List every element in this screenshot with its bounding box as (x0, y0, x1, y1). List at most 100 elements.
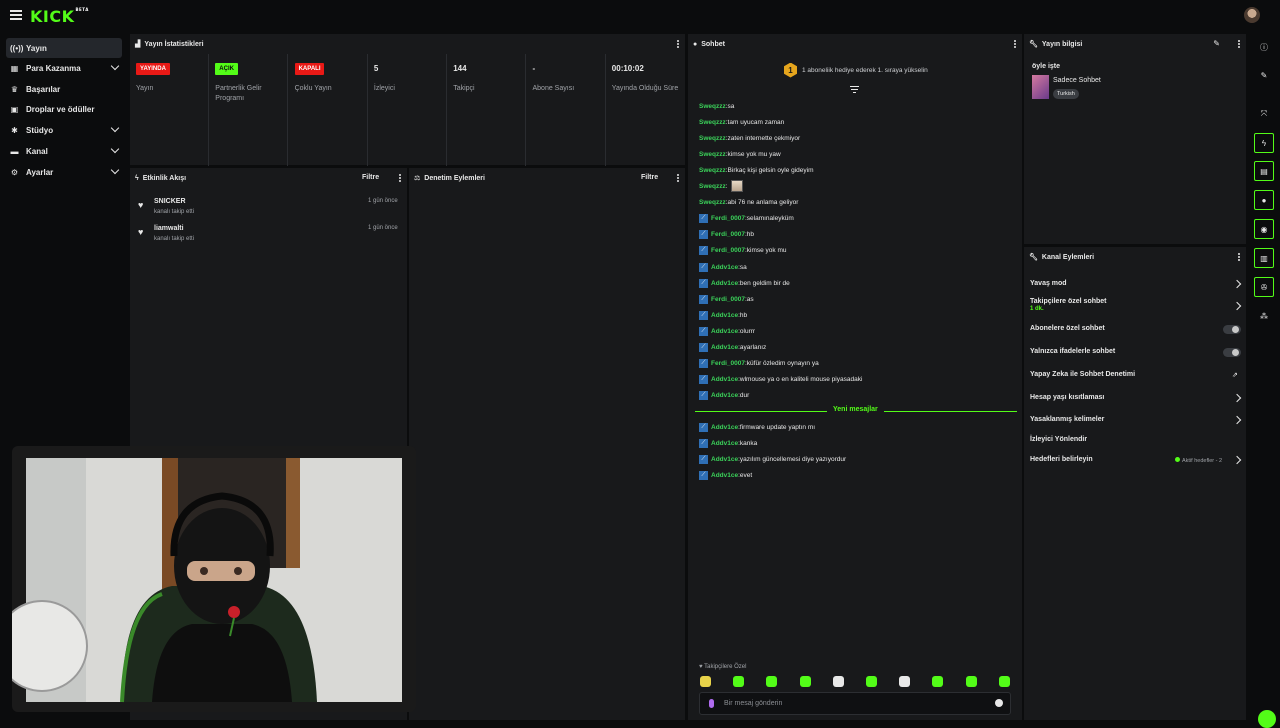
microphone-icon[interactable] (709, 699, 714, 708)
more-options-icon[interactable] (677, 174, 679, 182)
channel-action-row[interactable]: Yavaş mod (1030, 280, 1067, 287)
edit-pencil-icon[interactable]: ✎ (1254, 65, 1274, 85)
sidebar-item[interactable]: ♛ Başarılar (6, 79, 122, 99)
avatar[interactable] (1244, 7, 1260, 23)
pinned-gift-banner[interactable]: 1 1 aboneliik hediye ederek 1. sıraya yü… (784, 62, 928, 78)
add-widget-icon[interactable]: ⁂ (1254, 306, 1274, 326)
chat-username[interactable]: Addv1ce (711, 456, 738, 463)
stat-column: KAPALI Çoklu Yayın (289, 54, 368, 166)
more-options-icon[interactable] (677, 40, 679, 48)
more-options-icon[interactable] (1238, 40, 1240, 48)
bolt-icon[interactable]: ϟ (1254, 133, 1274, 153)
channel-action-row[interactable]: Yapay Zeka ile Sohbet Denetimi (1030, 371, 1135, 378)
chat-message: ⟋ Addv1ce: kanka (699, 437, 757, 449)
activity-username[interactable]: SNICKER (154, 198, 186, 205)
sidebar-item[interactable]: ((•)) Yayın (6, 38, 122, 58)
scroll-down-icon[interactable] (850, 86, 859, 94)
sidebar-item[interactable]: ▬ Kanal (6, 141, 122, 161)
heart-icon: ♥ (699, 664, 703, 670)
chat-username[interactable]: Addv1ce (711, 344, 738, 351)
chat-username[interactable]: Sweqzzz (699, 199, 726, 206)
chat-username[interactable]: Addv1ce (711, 472, 738, 479)
emote-6-icon[interactable] (866, 676, 877, 687)
emote-5-icon[interactable] (832, 676, 844, 687)
emote-2-icon[interactable] (733, 676, 745, 687)
stat-column: 00:10:02 Yayında Olduğu Süre (606, 54, 685, 166)
chat-username[interactable]: Addv1ce (711, 424, 738, 431)
hamburger-menu-icon[interactable] (10, 10, 22, 20)
chat-username[interactable]: Addv1ce (711, 392, 738, 399)
kick-logo[interactable]: KICKBETA (30, 7, 89, 26)
chat-username[interactable]: Addv1ce (711, 264, 738, 271)
channel-action-row[interactable]: Takipçilere özel sohbet 1 dk. (1030, 298, 1107, 312)
chevron-down-icon[interactable] (110, 144, 120, 154)
channel-action-row[interactable]: Abonelere özel sohbet (1030, 325, 1105, 332)
chat-username[interactable]: Ferdi_0007 (711, 247, 745, 254)
wrench-icon[interactable]: ✇ (1254, 277, 1274, 297)
broadcast-icon[interactable]: ◉ (1254, 219, 1274, 239)
chat-username[interactable]: Addv1ce (711, 440, 738, 447)
chat-username[interactable]: Addv1ce (711, 280, 738, 287)
chat-username[interactable]: Sweqzzz (699, 167, 726, 174)
emote-9-icon[interactable] (965, 676, 977, 687)
chevron-down-icon[interactable] (110, 165, 120, 175)
more-options-icon[interactable] (399, 174, 401, 182)
chevron-down-icon[interactable] (110, 123, 120, 133)
emote-4-icon[interactable] (799, 676, 811, 687)
channel-action-row[interactable]: Hesap yaşı kısıtlaması (1030, 394, 1104, 401)
filter-button[interactable]: Filtre (641, 174, 658, 181)
stat-column: 144 Takipçi (447, 54, 527, 166)
info-icon[interactable]: ⓘ (1254, 37, 1274, 57)
chat-username[interactable]: Ferdi_0007 (711, 360, 745, 367)
toggle-switch[interactable] (1223, 325, 1241, 334)
more-options-icon[interactable] (1014, 40, 1016, 48)
chevron-down-icon[interactable] (110, 61, 120, 71)
emote-7-icon[interactable] (899, 676, 911, 687)
expand-icon[interactable]: ⤧ (1254, 104, 1274, 124)
chat-bubble-icon[interactable]: ● (1254, 190, 1274, 210)
chat-text: olurrr (739, 327, 756, 335)
subscriber-badge-icon: ⟋ (699, 390, 708, 400)
chat-username[interactable]: Sweqzzz (699, 183, 726, 190)
sidebar-item[interactable]: ⚙ Ayarlar (6, 162, 122, 182)
toggle-switch[interactable] (1223, 348, 1241, 357)
external-link-icon[interactable]: ⇗ (1232, 371, 1238, 379)
emote-8-icon[interactable] (932, 676, 944, 687)
activity-username[interactable]: liamwalti (154, 225, 184, 232)
channel-action-row[interactable]: Yasaklanmış kelimeler (1030, 416, 1104, 423)
filter-button[interactable]: Filtre (362, 174, 379, 181)
chat-username[interactable]: Sweqzzz (699, 151, 726, 158)
channel-action-row[interactable]: İzleyici Yönlendir (1030, 436, 1087, 443)
chat-username[interactable]: Ferdi_0007 (711, 231, 745, 238)
more-options-icon[interactable] (1238, 253, 1240, 261)
chat-input-placeholder: Bir mesaj gönderin (724, 700, 783, 707)
sidebar-item[interactable]: ▦ Para Kazanma (6, 58, 122, 78)
emoji-icon[interactable] (995, 699, 1003, 707)
chat-message: Sweqzzz: kimse yok mu yaw (699, 148, 781, 160)
status-dot-icon[interactable] (1258, 710, 1276, 728)
stream-stats-panel: ▟ Yayın İstatistikleri YAYINDA Yayın AÇIK P… (130, 34, 685, 166)
chat-username[interactable]: Addv1ce (711, 312, 738, 319)
chat-username[interactable]: Sweqzzz (699, 103, 726, 110)
chat-username[interactable]: Addv1ce (711, 328, 738, 335)
sidebar-item[interactable]: ▣ Droplar ve ödüller (6, 99, 122, 119)
chat-username[interactable]: Addv1ce (711, 376, 738, 383)
channel-action-row[interactable]: Yalnızca ifadelerle sohbet (1030, 348, 1115, 355)
channel-action-row[interactable]: Hedefleri belirleyin Aktif hedefler - 2 (1030, 456, 1222, 464)
layout-icon[interactable]: ▥ (1254, 248, 1274, 268)
edit-pencil-icon[interactable]: ✎ (1213, 39, 1220, 48)
emote-1-icon[interactable] (700, 676, 711, 687)
sidebar-item[interactable]: ✱ Stüdyo (6, 120, 122, 140)
chat-input[interactable]: Bir mesaj gönderin (699, 692, 1011, 715)
chat-username[interactable]: Ferdi_0007 (711, 215, 745, 222)
emote-10-icon[interactable] (998, 676, 1010, 687)
category-name[interactable]: Sadece Sohbet (1053, 77, 1101, 84)
book-icon[interactable]: ▤ (1254, 161, 1274, 181)
chat-username[interactable]: Sweqzzz (699, 135, 726, 142)
wrench-icon: 🔧︎ (1029, 254, 1038, 261)
subscriber-badge-icon: ⟋ (699, 310, 708, 320)
chat-message: ⟋ Ferdi_0007: selamınaleyküm (699, 212, 794, 224)
chat-username[interactable]: Ferdi_0007 (711, 296, 745, 303)
emote-3-icon[interactable] (766, 676, 778, 687)
chat-username[interactable]: Sweqzzz (699, 119, 726, 126)
